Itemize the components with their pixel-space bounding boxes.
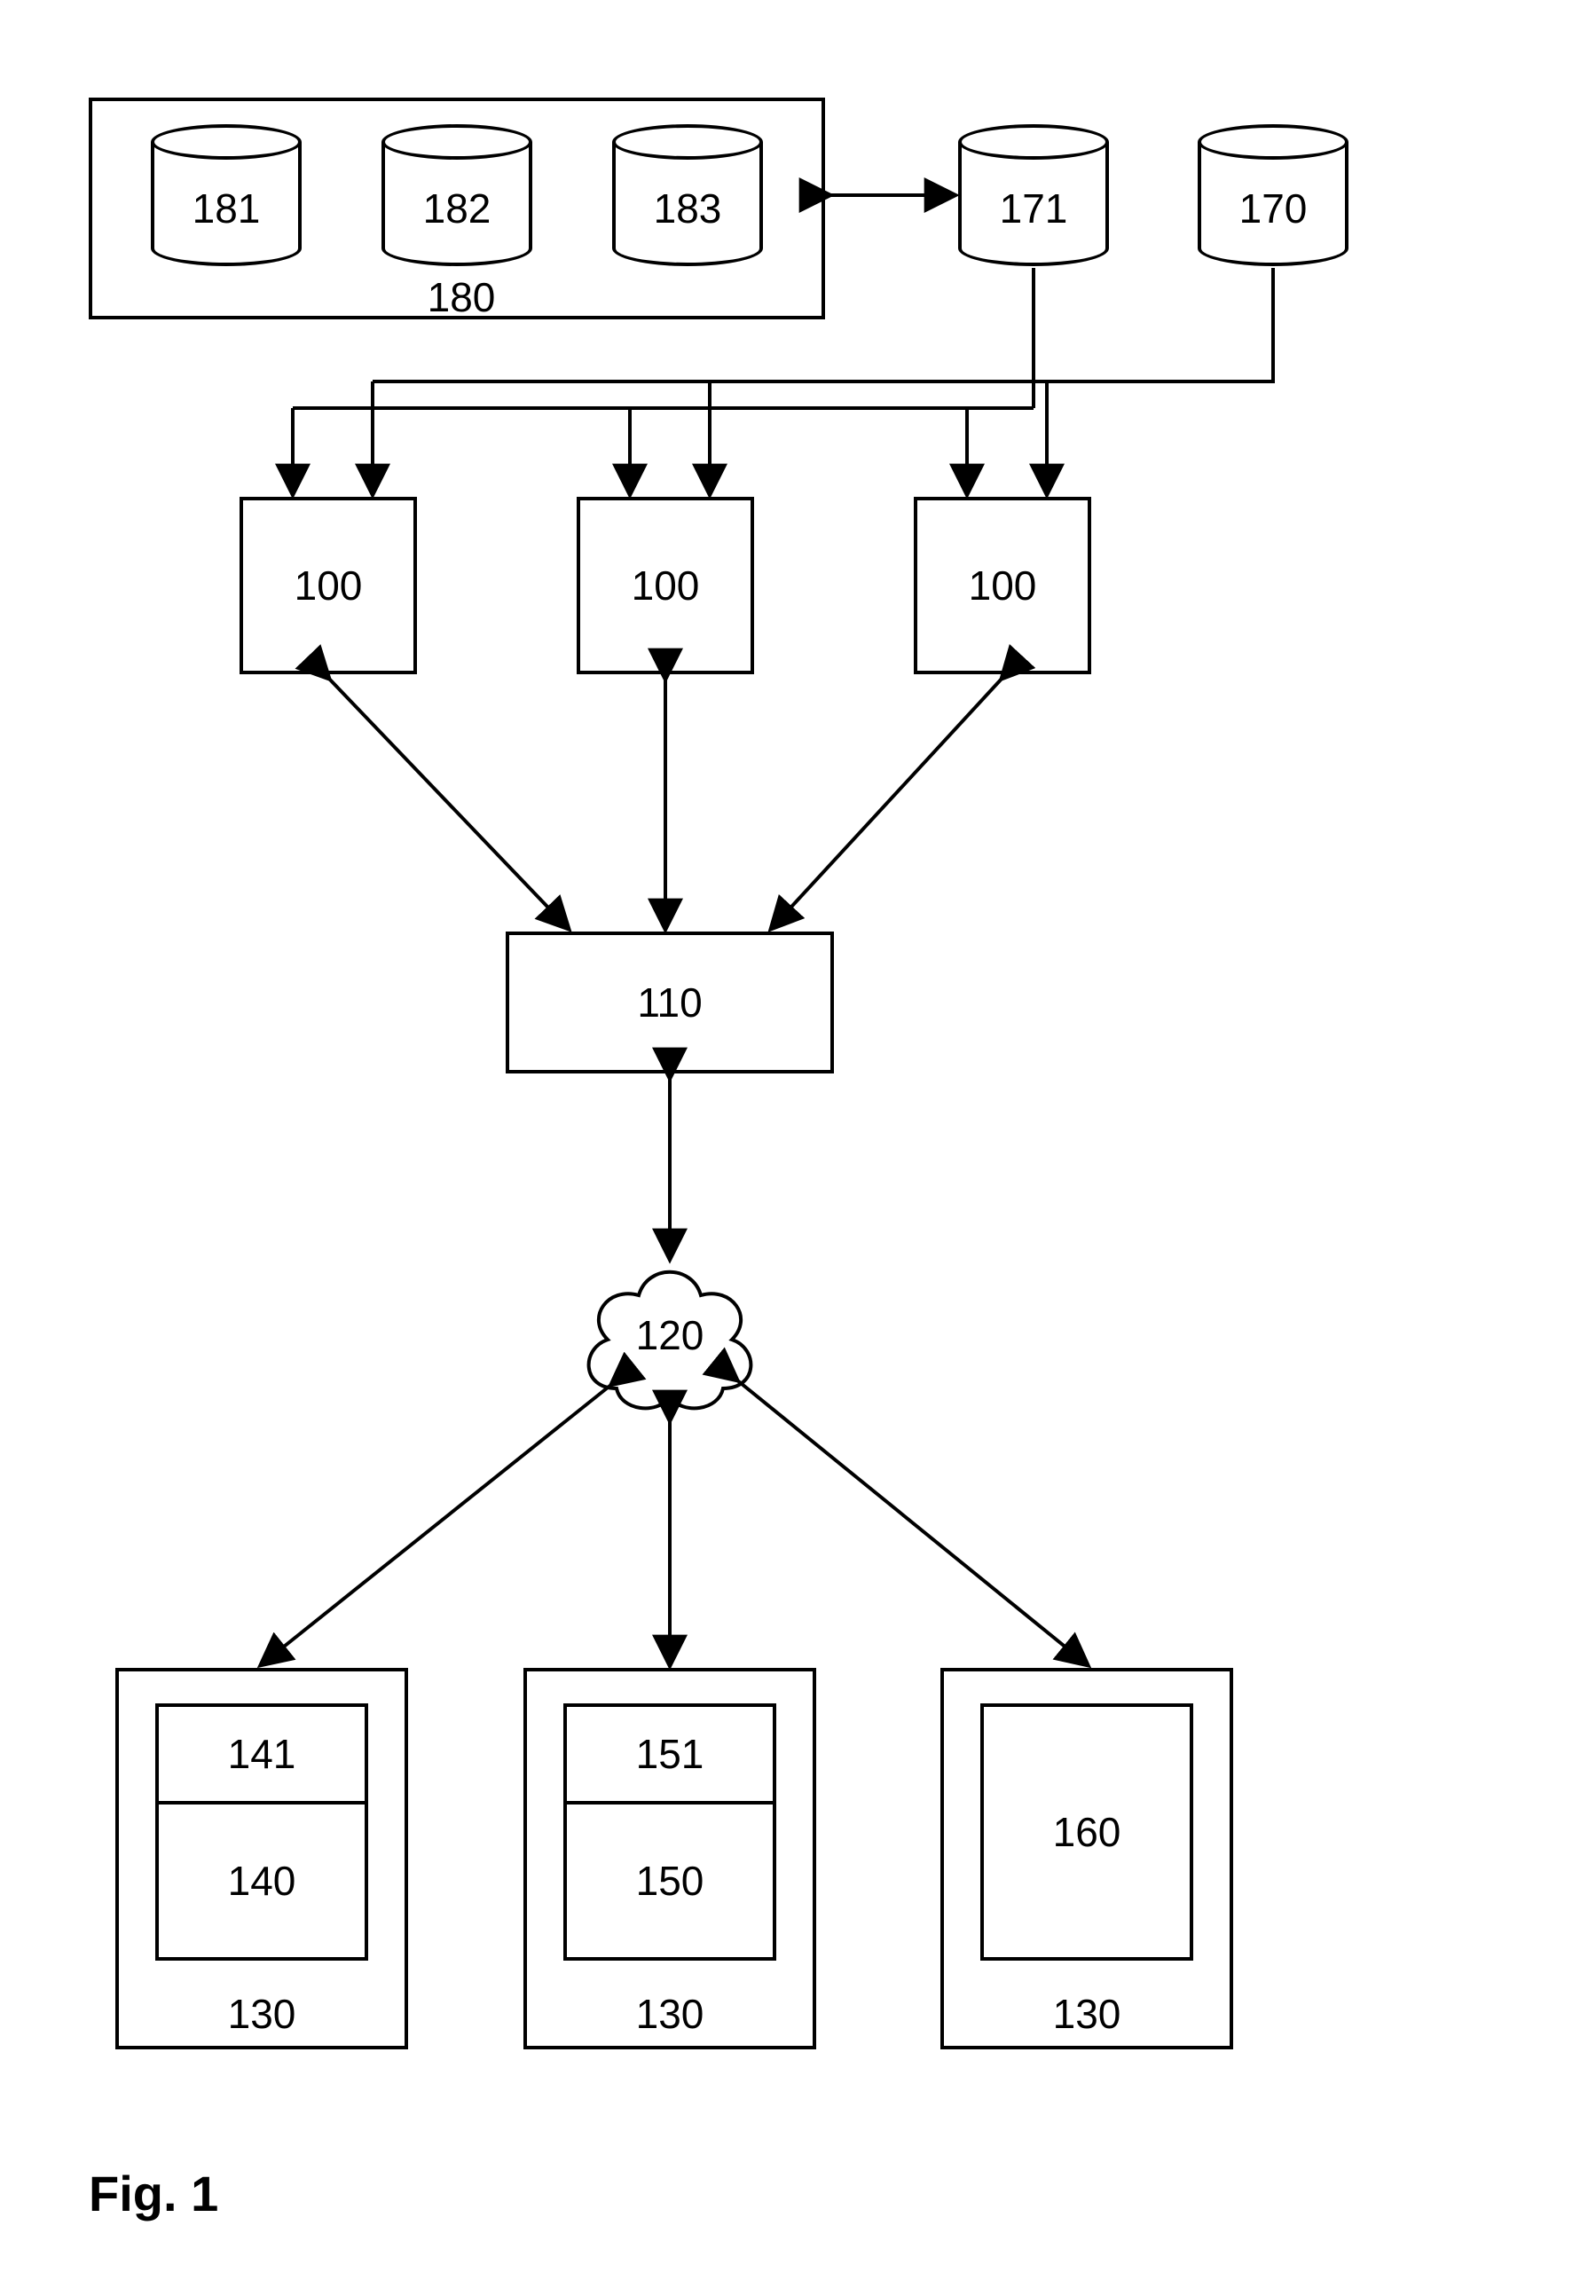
label-130-left: 130 <box>228 1990 296 2038</box>
label-171: 171 <box>1000 185 1068 232</box>
label-160: 160 <box>1053 1808 1121 1856</box>
label-110: 110 <box>637 979 702 1026</box>
label-150: 150 <box>636 1857 704 1905</box>
label-130-right: 130 <box>1053 1990 1121 2038</box>
figure-caption: Fig. 1 <box>89 2165 218 2222</box>
label-100-left: 100 <box>295 562 363 609</box>
label-141: 141 <box>228 1730 296 1778</box>
label-182: 182 <box>423 185 491 232</box>
label-180: 180 <box>428 273 496 321</box>
label-100-mid: 100 <box>632 562 700 609</box>
figure-page: 180 181 182 183 171 170 100 100 100 110 … <box>0 0 1596 2296</box>
label-170: 170 <box>1239 185 1308 232</box>
label-181: 181 <box>193 185 261 232</box>
label-120: 120 <box>636 1311 704 1359</box>
label-140: 140 <box>228 1857 296 1905</box>
label-130-mid: 130 <box>636 1990 704 2038</box>
label-183: 183 <box>654 185 722 232</box>
label-151: 151 <box>636 1730 704 1778</box>
label-100-right: 100 <box>969 562 1037 609</box>
